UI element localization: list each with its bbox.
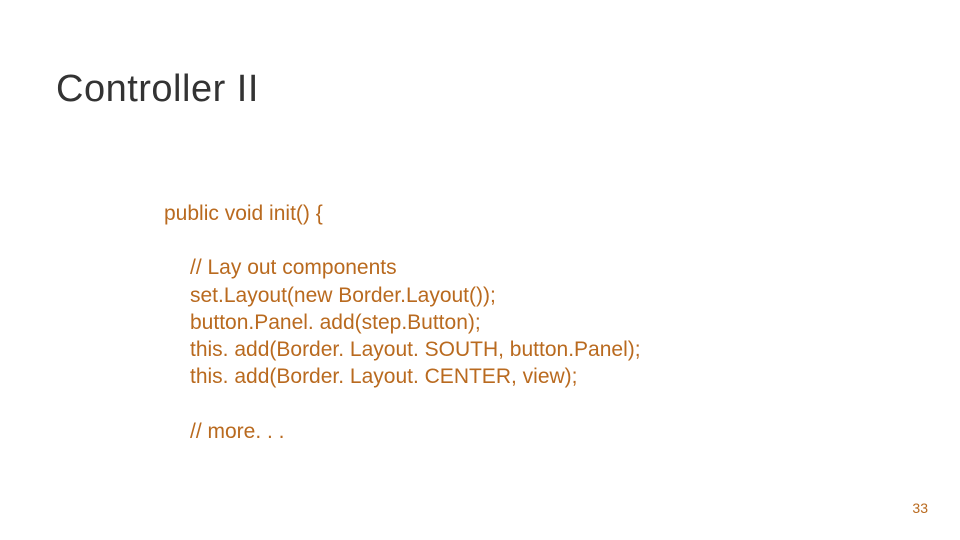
blank-line [164,227,641,254]
code-line: set.Layout(new Border.Layout()); [164,282,641,309]
code-line: // Lay out components [164,254,641,281]
code-line: button.Panel. add(step.Button); [164,309,641,336]
slide: Controller II public void init() { // La… [0,0,960,540]
code-block: public void init() { // Lay out componen… [164,200,641,445]
code-line: public void init() { [164,200,641,227]
blank-line [164,391,641,418]
page-number: 33 [912,500,928,516]
code-line: this. add(Border. Layout. SOUTH, button.… [164,336,641,363]
slide-title: Controller II [56,68,259,111]
code-line: // more. . . [164,418,641,445]
code-line: this. add(Border. Layout. CENTER, view); [164,363,641,390]
